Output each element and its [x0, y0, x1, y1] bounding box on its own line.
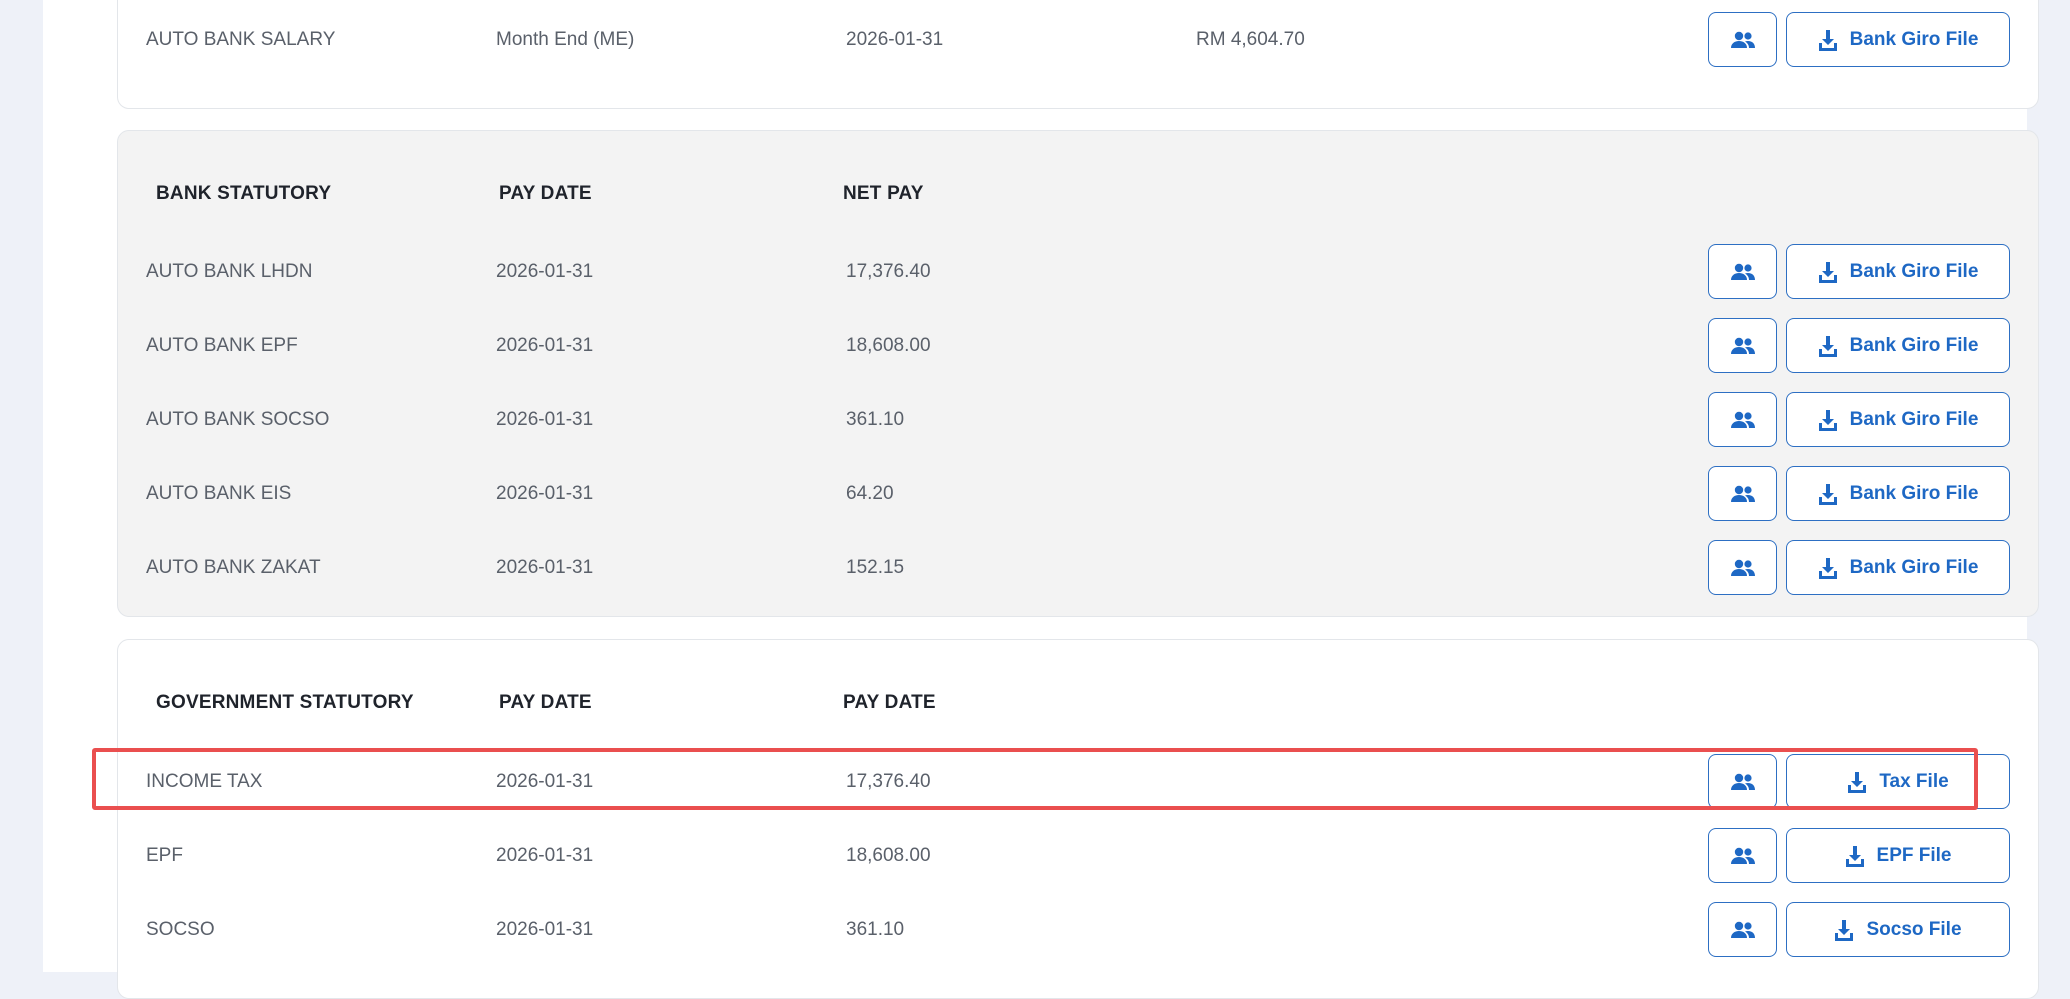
download-icon	[1818, 409, 1837, 431]
row-net-pay: 64.20	[846, 483, 894, 504]
bank-giro-file-button[interactable]: Bank Giro File	[1786, 318, 2010, 373]
row-name: AUTO BANK SOCSO	[146, 409, 330, 430]
download-icon	[1818, 483, 1837, 505]
row-name: INCOME TAX	[146, 771, 263, 792]
download-icon	[1818, 29, 1837, 51]
button-label: Tax File	[1879, 770, 1949, 792]
row-type: Month End (ME)	[496, 29, 635, 50]
row-pay-date: 2026-01-31	[496, 845, 594, 866]
users-icon	[1730, 559, 1755, 576]
bank-giro-file-button[interactable]: Bank Giro File	[1786, 466, 2010, 521]
row-pay-date: 2026-01-31	[496, 409, 594, 430]
row-net-pay: 17,376.40	[846, 261, 931, 282]
row-pay-date: 2026-01-31	[496, 335, 594, 356]
row-pay-date: 2026-01-31	[496, 919, 594, 940]
row-name: AUTO BANK EPF	[146, 335, 298, 356]
employees-button[interactable]	[1708, 754, 1777, 809]
row-pay-date: 2026-01-31	[846, 29, 944, 50]
row-net-pay: 18,608.00	[846, 335, 931, 356]
table-row: EPF 2026-01-31 18,608.00 EPF File	[118, 828, 2038, 884]
row-pay-date: 2026-01-31	[496, 557, 594, 578]
users-icon	[1730, 31, 1755, 48]
download-icon	[1835, 919, 1854, 941]
row-name: AUTO BANK ZAKAT	[146, 557, 321, 578]
button-label: Bank Giro File	[1849, 260, 1979, 282]
table-row: AUTO BANK EPF 2026-01-31 18,608.00 Bank …	[118, 318, 2038, 374]
column-header: PAY DATE	[499, 183, 592, 204]
row-net-pay: 152.15	[846, 557, 905, 578]
download-icon	[1818, 261, 1837, 283]
column-header: BANK STATUTORY	[156, 183, 332, 204]
socso-file-button[interactable]: Socso File	[1786, 902, 2010, 957]
button-label: Socso File	[1866, 918, 1962, 940]
button-label: Bank Giro File	[1849, 556, 1979, 578]
table-row: INCOME TAX 2026-01-31 17,376.40 Tax File	[118, 754, 2038, 810]
button-label: Bank Giro File	[1849, 408, 1979, 430]
row-pay-date: 2026-01-31	[496, 483, 594, 504]
button-label: Bank Giro File	[1849, 28, 1979, 50]
main-content: AUTO BANK SALARY Month End (ME) 2026-01-…	[43, 0, 2039, 999]
column-header: GOVERNMENT STATUTORY	[156, 692, 414, 713]
table-row: AUTO BANK SALARY Month End (ME) 2026-01-…	[118, 12, 2038, 68]
row-amount: 17,376.40	[846, 771, 931, 792]
button-label: EPF File	[1876, 844, 1952, 866]
row-name: AUTO BANK LHDN	[146, 261, 313, 282]
download-icon	[1845, 845, 1864, 867]
users-icon	[1730, 485, 1755, 502]
users-icon	[1730, 337, 1755, 354]
download-icon	[1818, 557, 1837, 579]
table-row: AUTO BANK LHDN 2026-01-31 17,376.40 Bank…	[118, 244, 2038, 300]
row-amount: RM 4,604.70	[1196, 29, 1305, 50]
employees-button[interactable]	[1708, 392, 1777, 447]
button-label: Bank Giro File	[1849, 482, 1979, 504]
row-name: SOCSO	[146, 919, 215, 940]
table-row: AUTO BANK EIS 2026-01-31 64.20 Bank Giro…	[118, 466, 2038, 522]
row-pay-date: 2026-01-31	[496, 771, 594, 792]
bank-giro-file-button[interactable]: Bank Giro File	[1786, 392, 2010, 447]
column-header: NET PAY	[843, 183, 924, 204]
column-header: PAY DATE	[499, 692, 592, 713]
button-label: Bank Giro File	[1849, 334, 1979, 356]
users-icon	[1730, 847, 1755, 864]
row-net-pay: 361.10	[846, 409, 905, 430]
download-icon	[1848, 771, 1867, 793]
row-name: AUTO BANK SALARY	[146, 29, 336, 50]
bank-giro-file-button[interactable]: Bank Giro File	[1786, 12, 2010, 67]
row-name: EPF	[146, 845, 183, 866]
employees-button[interactable]	[1708, 902, 1777, 957]
table-row: AUTO BANK SOCSO 2026-01-31 361.10 Bank G…	[118, 392, 2038, 448]
row-name: AUTO BANK EIS	[146, 483, 292, 504]
salary-card: AUTO BANK SALARY Month End (ME) 2026-01-…	[117, 0, 2039, 109]
bank-statutory-card: BANK STATUTORY PAY DATE NET PAY AUTO BAN…	[117, 130, 2039, 617]
table-row: AUTO BANK ZAKAT 2026-01-31 152.15 Bank G…	[118, 540, 2038, 596]
bank-giro-file-button[interactable]: Bank Giro File	[1786, 244, 2010, 299]
users-icon	[1730, 921, 1755, 938]
employees-button[interactable]	[1708, 466, 1777, 521]
employees-button[interactable]	[1708, 828, 1777, 883]
tax-file-button[interactable]: Tax File	[1786, 754, 2010, 809]
users-icon	[1730, 263, 1755, 280]
row-amount: 18,608.00	[846, 845, 931, 866]
employees-button[interactable]	[1708, 12, 1777, 67]
employees-button[interactable]	[1708, 244, 1777, 299]
epf-file-button[interactable]: EPF File	[1786, 828, 2010, 883]
download-icon	[1818, 335, 1837, 357]
government-statutory-card: GOVERNMENT STATUTORY PAY DATE PAY DATE I…	[117, 639, 2039, 999]
employees-button[interactable]	[1708, 318, 1777, 373]
table-row: SOCSO 2026-01-31 361.10 Socso File	[118, 902, 2038, 958]
users-icon	[1730, 773, 1755, 790]
row-amount: 361.10	[846, 919, 905, 940]
users-icon	[1730, 411, 1755, 428]
employees-button[interactable]	[1708, 540, 1777, 595]
row-pay-date: 2026-01-31	[496, 261, 594, 282]
bank-giro-file-button[interactable]: Bank Giro File	[1786, 540, 2010, 595]
column-header: PAY DATE	[843, 692, 936, 713]
